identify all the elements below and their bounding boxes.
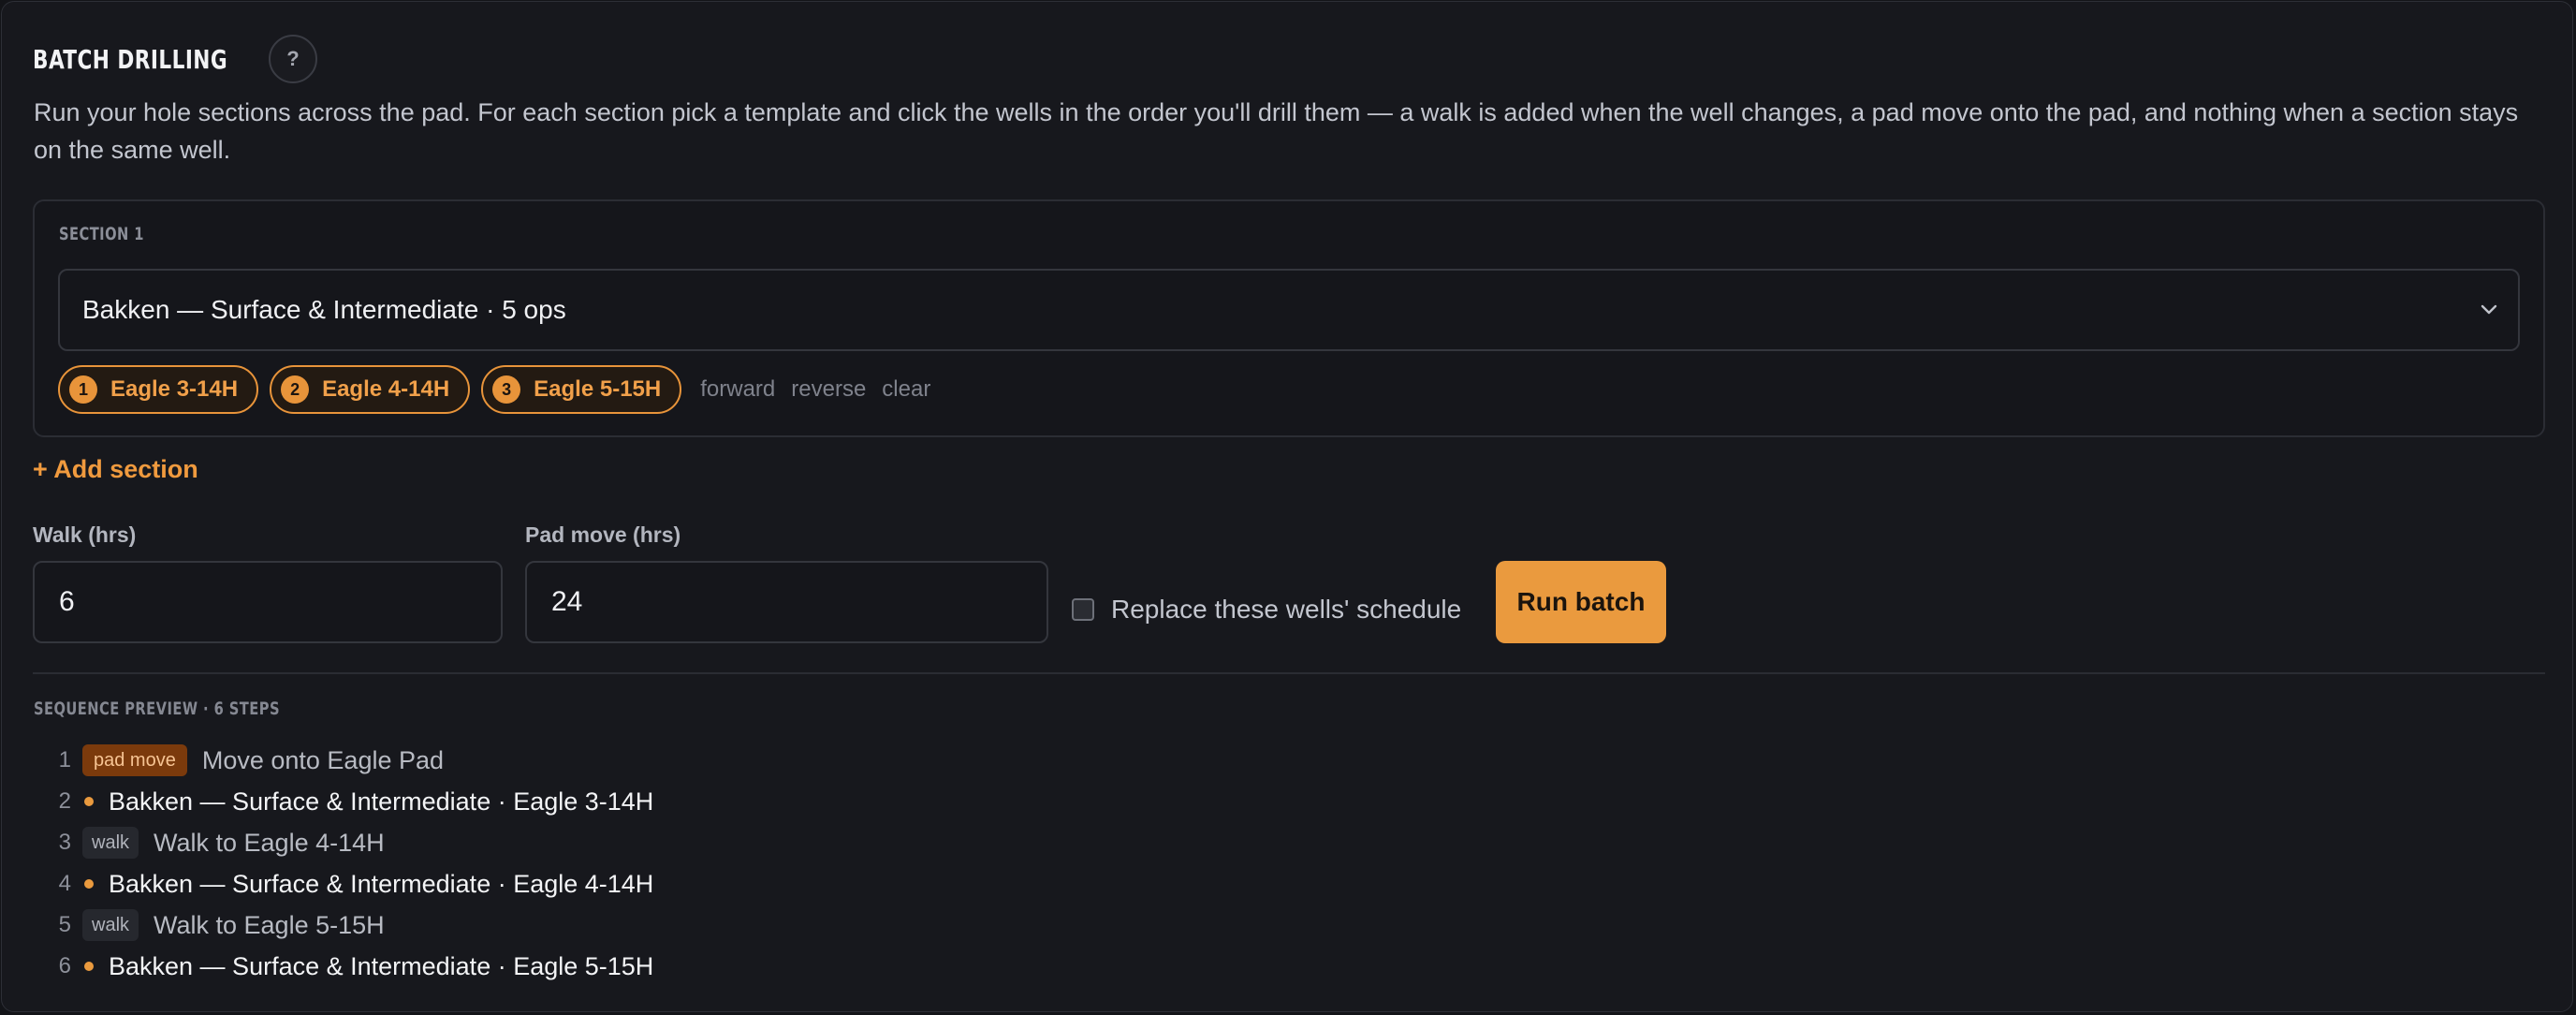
walk-input[interactable]: 6 xyxy=(33,561,503,643)
well-order-badge: 2 xyxy=(281,375,310,404)
step-number: 4 xyxy=(58,871,71,896)
add-section-button[interactable]: + Add section xyxy=(33,455,198,484)
list-item: 1 pad move Move onto Eagle Pad xyxy=(54,740,653,781)
well-chip[interactable]: 3 Eagle 5-15H xyxy=(481,365,682,414)
dot-icon xyxy=(84,879,94,889)
run-batch-button[interactable]: Run batch xyxy=(1496,561,1666,643)
well-chips: 1 Eagle 3-14H 2 Eagle 4-14H 3 Eagle 5-15… xyxy=(58,365,938,414)
walk-badge: walk xyxy=(82,827,139,859)
step-number: 3 xyxy=(58,830,71,855)
step-text: Bakken — Surface & Intermediate · Eagle … xyxy=(109,951,654,980)
list-item: 2 Bakken — Surface & Intermediate · Eagl… xyxy=(54,781,654,822)
well-chip-label: Eagle 5-15H xyxy=(534,376,662,402)
step-text: Move onto Eagle Pad xyxy=(201,745,445,774)
sequence-preview-list: 1 pad move Move onto Eagle Pad 2 Bakken … xyxy=(54,740,653,987)
sequence-preview-label: SEQUENCE PREVIEW · 6 STEPS xyxy=(34,699,280,719)
intro-text: Run your hole sections across the pad. F… xyxy=(34,98,2519,164)
well-chip-label: Eagle 4-14H xyxy=(322,376,450,402)
walk-label: Walk (hrs) xyxy=(33,522,137,547)
pad-move-label: Pad move (hrs) xyxy=(525,522,681,547)
chevron-down-icon xyxy=(2481,304,2497,315)
pad-move-badge: pad move xyxy=(82,744,187,776)
dot-icon xyxy=(84,797,94,806)
list-item: 4 Bakken — Surface & Intermediate · Eagl… xyxy=(54,863,654,905)
step-text: Walk to Eagle 4-14H xyxy=(154,828,385,857)
clear-link[interactable]: clear xyxy=(882,376,930,403)
step-text: Walk to Eagle 5-15H xyxy=(154,910,385,939)
section-card: SECTION 1 Bakken — Surface & Intermediat… xyxy=(33,199,2545,437)
well-chip[interactable]: 2 Eagle 4-14H xyxy=(270,365,471,414)
pad-move-input[interactable]: 24 xyxy=(525,561,1048,643)
help-button[interactable]: ? xyxy=(268,35,317,83)
replace-schedule-label: Replace these wells' schedule xyxy=(1111,595,1462,624)
forward-link[interactable]: forward xyxy=(700,376,775,403)
well-chip[interactable]: 1 Eagle 3-14H xyxy=(58,365,259,414)
walk-badge: walk xyxy=(82,909,139,941)
replace-schedule-checkbox[interactable] xyxy=(1072,598,1094,621)
step-number: 1 xyxy=(58,747,71,772)
step-number: 2 xyxy=(58,788,71,814)
step-number: 5 xyxy=(58,912,71,937)
page-title: BATCH DRILLING xyxy=(33,43,228,75)
title-row: BATCH DRILLING ? xyxy=(33,32,317,86)
section-label: SECTION 1 xyxy=(59,224,144,244)
well-chip-label: Eagle 3-14H xyxy=(110,376,239,402)
step-text: Bakken — Surface & Intermediate · Eagle … xyxy=(109,869,654,898)
template-select[interactable]: Bakken — Surface & Intermediate · 5 ops xyxy=(58,269,2520,351)
well-order-badge: 1 xyxy=(69,375,97,404)
step-number: 6 xyxy=(58,953,71,978)
replace-schedule-option[interactable]: Replace these wells' schedule xyxy=(1072,592,1461,627)
reverse-link[interactable]: reverse xyxy=(791,376,866,403)
list-item: 5 walk Walk to Eagle 5-15H xyxy=(54,905,653,946)
list-item: 3 walk Walk to Eagle 4-14H xyxy=(54,822,653,863)
step-text: Bakken — Surface & Intermediate · Eagle … xyxy=(109,787,654,816)
divider xyxy=(33,672,2545,674)
well-order-badge: 3 xyxy=(492,375,521,404)
dot-icon xyxy=(84,962,94,971)
list-item: 6 Bakken — Surface & Intermediate · Eagl… xyxy=(54,946,654,987)
template-select-value: Bakken — Surface & Intermediate · 5 ops xyxy=(82,295,566,324)
batch-drilling-panel: BATCH DRILLING ? Run your hole sections … xyxy=(1,1,2573,1012)
